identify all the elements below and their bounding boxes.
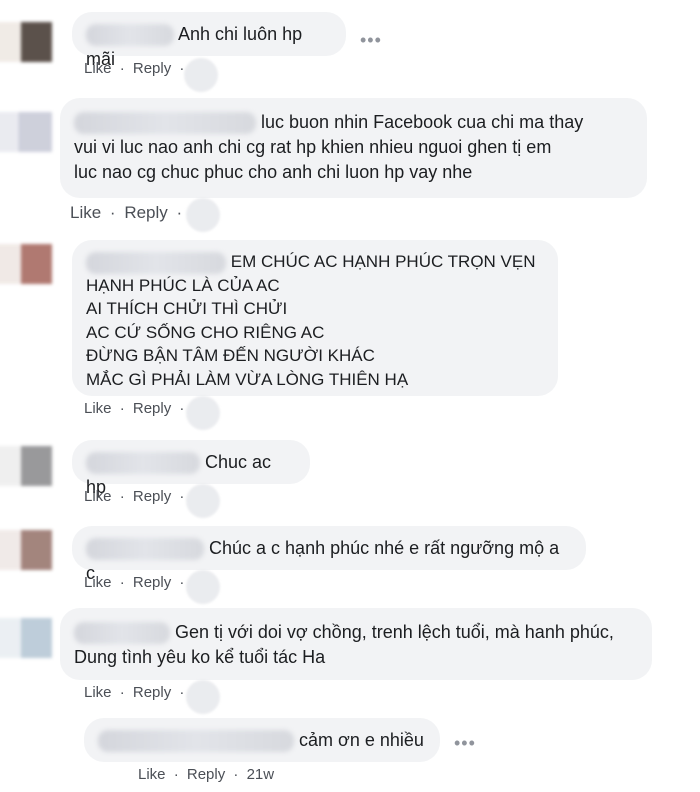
separator: · bbox=[179, 400, 185, 417]
avatar[interactable] bbox=[0, 446, 52, 486]
like-link[interactable]: Like bbox=[84, 400, 112, 417]
like-link[interactable]: Like bbox=[84, 488, 112, 505]
separator: · bbox=[176, 203, 183, 222]
separator: · bbox=[179, 684, 185, 701]
reaction-icon bbox=[186, 198, 220, 232]
separator: · bbox=[119, 60, 125, 77]
avatar[interactable] bbox=[0, 22, 52, 62]
comment-bubble: cảm ơn e nhiều bbox=[84, 718, 440, 762]
comment-actions: Like · Reply · bbox=[84, 488, 188, 505]
separator: · bbox=[179, 574, 185, 591]
commenter-name[interactable] bbox=[86, 251, 226, 274]
separator: · bbox=[179, 60, 185, 77]
timestamp[interactable]: 21w bbox=[247, 766, 275, 783]
comment-actions: Like · Reply · 21w bbox=[138, 766, 274, 783]
more-options-icon[interactable]: ••• bbox=[454, 734, 476, 752]
reply-link[interactable]: Reply bbox=[187, 766, 225, 783]
comment-text: cảm ơn e nhiều bbox=[299, 730, 424, 750]
comment-bubble: EM CHÚC AC HẠNH PHÚC TRỌN VẸN HẠNH PHÚC … bbox=[72, 240, 558, 396]
separator: · bbox=[119, 574, 125, 591]
like-link[interactable]: Like bbox=[84, 60, 112, 77]
reply-link[interactable]: Reply bbox=[133, 574, 171, 591]
avatar[interactable] bbox=[0, 112, 52, 152]
reaction-icon bbox=[186, 570, 220, 604]
reaction-icon bbox=[186, 396, 220, 430]
like-link[interactable]: Like bbox=[138, 766, 166, 783]
comment-bubble: luc buon nhin Facebook cua chi ma thay v… bbox=[60, 98, 647, 198]
reply-link[interactable]: Reply bbox=[133, 400, 171, 417]
comment-actions: Like · Reply · bbox=[84, 574, 188, 591]
comment-actions: Like · Reply · bbox=[84, 60, 188, 77]
comment-bubble: Chúc a c hạnh phúc nhé e rất ngưỡng mộ a… bbox=[72, 526, 586, 583]
avatar[interactable] bbox=[0, 618, 52, 658]
separator: · bbox=[173, 766, 179, 783]
like-link[interactable]: Like bbox=[84, 574, 112, 591]
commenter-name[interactable] bbox=[86, 538, 204, 561]
comment-actions: Like · Reply · bbox=[70, 203, 186, 223]
comment-bubble: Chuc ac hp bbox=[72, 440, 310, 497]
like-link[interactable]: Like bbox=[70, 203, 101, 222]
separator: · bbox=[233, 766, 239, 783]
comment-actions: Like · Reply · bbox=[84, 684, 188, 701]
reply-link[interactable]: Reply bbox=[133, 60, 171, 77]
commenter-name[interactable] bbox=[74, 622, 170, 645]
commenter-name[interactable] bbox=[86, 452, 200, 475]
more-options-icon[interactable]: ••• bbox=[360, 31, 382, 49]
separator: · bbox=[119, 488, 125, 505]
comment-actions: Like · Reply · bbox=[84, 400, 188, 417]
reply-link[interactable]: Reply bbox=[133, 488, 171, 505]
comment-bubble: Anh chi luôn hp mãi bbox=[72, 12, 346, 69]
reaction-icon bbox=[186, 484, 220, 518]
reply-link[interactable]: Reply bbox=[124, 203, 167, 222]
separator: · bbox=[179, 488, 185, 505]
commenter-name[interactable] bbox=[86, 24, 174, 47]
avatar[interactable] bbox=[0, 530, 52, 570]
reaction-icon bbox=[184, 58, 218, 92]
separator: · bbox=[119, 684, 125, 701]
separator: · bbox=[119, 400, 125, 417]
like-link[interactable]: Like bbox=[84, 684, 112, 701]
separator: · bbox=[109, 203, 116, 222]
avatar[interactable] bbox=[0, 244, 52, 284]
reply-link[interactable]: Reply bbox=[133, 684, 171, 701]
comment-bubble: Gen tị với doi vợ chồng, trenh lệch tuổi… bbox=[60, 608, 652, 680]
commenter-name[interactable] bbox=[74, 112, 256, 135]
commenter-name[interactable] bbox=[98, 730, 294, 753]
reaction-icon bbox=[186, 680, 220, 714]
